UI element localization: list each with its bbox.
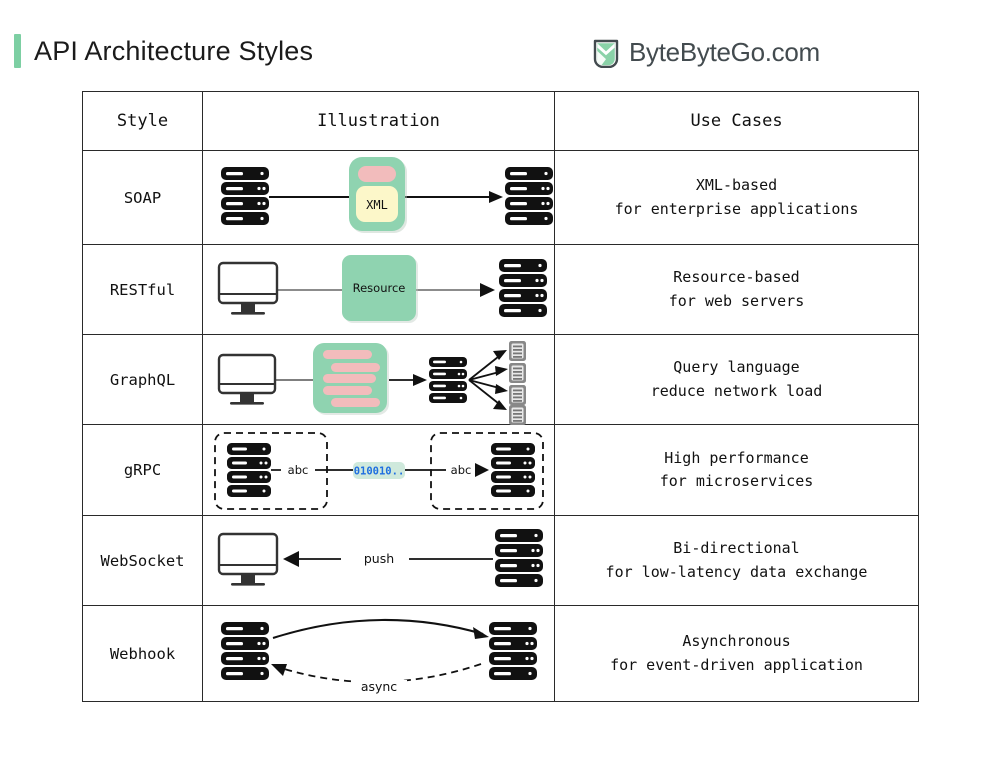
style-name-soap: SOAP [82,150,203,245]
brand: ByteByteGo.com [592,37,820,68]
style-name-websocket: WebSocket [82,515,203,606]
illustration-restful: Resource [202,244,555,335]
use-case-restful: Resource-based for web servers [554,244,919,335]
column-header-use-cases: Use Cases [554,91,919,151]
use-case-line-2: for enterprise applications [614,199,859,218]
use-case-line-1: High performance [664,448,809,467]
style-name-graphql: GraphQL [82,334,203,425]
use-case-line-2: for event-driven application [610,655,863,674]
use-case-websocket: Bi-directional for low-latency data exch… [554,515,919,606]
column-header-illustration: Illustration [202,91,555,151]
style-name-restful: RESTful [82,244,203,335]
page-title: API Architecture Styles [34,35,314,66]
use-case-line-2: for web servers [668,291,805,310]
use-case-line-2: for low-latency data exchange [605,562,868,581]
illustration-webhook: async async [202,605,555,702]
table-row: RESTful Resource Resource-based for web … [82,244,919,335]
use-case-webhook: Asynchronous for event-driven applicatio… [554,605,919,702]
use-case-soap: XML-based for enterprise applications [554,150,919,245]
svg-text:abc: abc [451,463,472,477]
table-row: WebSocket push Bi-directional for low-la… [82,515,919,606]
svg-text:async: async [361,679,397,694]
table-row: GraphQL Query language reduce network lo… [82,334,919,425]
illustration-websocket: push [202,515,555,606]
svg-text:XML: XML [366,198,388,212]
use-case-line-2: reduce network load [650,381,823,400]
style-name-webhook: Webhook [82,605,203,702]
svg-text:010010..: 010010.. [354,466,405,478]
infographic-page: API Architecture Styles ByteByteGo.com S… [0,0,988,770]
use-case-grpc: High performance for microservices [554,424,919,516]
table-header-row: Style Illustration Use Cases [82,91,919,151]
bytebytego-leaf-icon [592,38,620,68]
use-case-graphql: Query language reduce network load [554,334,919,425]
table-row: Webhook async Asynchronous for event-dri… [82,605,919,702]
api-styles-table: Style Illustration Use Cases SOAP XML XM… [82,91,919,702]
page-header: API Architecture Styles ByteByteGo.com [0,0,988,88]
column-header-style: Style [82,91,203,151]
use-case-line-1: Resource-based [673,268,800,287]
use-case-line-1: Bi-directional [673,539,800,558]
use-case-line-2: for microservices [659,472,814,490]
svg-text:push: push [364,551,394,566]
style-name-grpc: gRPC [82,424,203,516]
svg-text:Resource: Resource [353,281,406,295]
illustration-graphql [202,334,555,425]
table-row: gRPC abc 010010.. abc High performance f… [82,424,919,516]
illustration-grpc: abc 010010.. abc [202,424,555,516]
illustration-soap: XML [202,150,555,245]
use-case-line-1: XML-based [695,176,778,195]
table-row: SOAP XML XML-based for enterprise applic… [82,150,919,245]
accent-bar [14,34,21,68]
brand-name: ByteByteGo.com [629,37,820,67]
svg-text:abc: abc [288,463,309,477]
title-group: API Architecture Styles [14,34,313,68]
use-case-line-1: Query language [673,358,800,377]
use-case-line-1: Asynchronous [682,632,791,651]
